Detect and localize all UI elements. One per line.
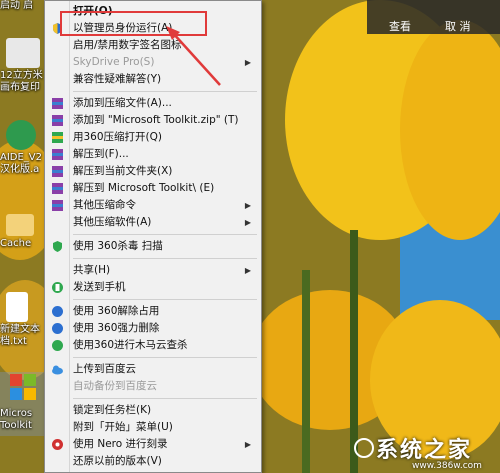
shield360-icon [52,340,63,351]
archive-icon [52,166,63,177]
menu-item-pin-taskbar[interactable]: 锁定到任务栏(K) [47,402,259,419]
apk-icon [6,120,36,150]
archive-icon [52,98,63,109]
windows-logo-icon [10,374,36,400]
chevron-right-icon: ▶ [244,266,251,275]
document-icon [6,38,40,68]
menu-separator [73,357,257,358]
menu-item-open-360zip[interactable]: 用360压缩打开(Q) [47,129,259,146]
menu-item-other-software[interactable]: 其他压缩软件(A) ▶ [47,214,259,231]
desktop-icon-5[interactable]: 新建文本 档.txt [0,292,46,348]
annotation-arrow [166,26,221,86]
desktop-icon-label: Cache [0,238,32,249]
desktop-icon-label: Micros Toolkit [0,408,33,431]
menu-item-360-trojan[interactable]: 使用360进行木马云查杀 [47,337,259,354]
menu-item-360-unlock[interactable]: 使用 360解除占用 [47,303,259,320]
archive-icon [52,115,63,126]
menu-item-add-zip[interactable]: 添加到 "Microsoft Toolkit.zip" (T) [47,112,259,129]
shield360-icon [52,323,63,334]
menu-item-pin-start[interactable]: 附到「开始」菜单(U) [47,419,259,436]
chevron-right-icon: ▶ [244,58,251,67]
desktop-icon-1[interactable]: 启动 启 [0,0,46,12]
nero-icon [52,439,63,450]
chevron-right-icon: ▶ [244,218,251,227]
antivirus-icon [53,241,62,252]
menu-item-extract-to[interactable]: 解压到(F)... [47,146,259,163]
site-watermark: 系统之家 www.386w.com [354,432,494,471]
menu-separator [73,258,257,259]
menu-item-send-phone[interactable]: 发送到手机 [47,279,259,296]
desktop-icon-label: 12立方米 画布复印 [0,70,43,93]
desktop-icon-label: 启动 启 [0,0,34,11]
cloud-icon [52,365,63,375]
archive-icon [52,132,63,143]
watermark-logo-icon [354,438,374,458]
menu-item-nero-burn[interactable]: 使用 Nero 进行刻录 ▶ [47,436,259,453]
menu-item-360-delete[interactable]: 使用 360强力删除 [47,320,259,337]
desktop-icon-label: 新建文本 档.txt [0,324,40,347]
desktop-icon-2[interactable]: 12立方米 画布复印 [0,38,46,94]
menu-item-other-compress[interactable]: 其他压缩命令 ▶ [47,197,259,214]
desktop-icon-4[interactable]: Cache [0,214,46,250]
shield360-icon [52,306,63,317]
archive-icon [52,149,63,160]
menu-separator [73,299,257,300]
menu-item-360-scan[interactable]: 使用 360杀毒 扫描 [47,238,259,255]
menu-separator [73,234,257,235]
desktop-icon-3[interactable]: AIDE_V2 汉化版.a [0,120,46,176]
chevron-right-icon: ▶ [244,440,251,449]
chevron-right-icon: ▶ [244,201,251,210]
cancel-button[interactable]: 取 消 [445,18,471,34]
text-file-icon [6,292,28,322]
menu-separator [73,398,257,399]
archive-icon [52,200,63,211]
desktop-icon-label: AIDE_V2 汉化版.a [0,152,43,175]
menu-item-baidu-upload[interactable]: 上传到百度云 [47,361,259,378]
view-button[interactable]: 查看 [389,18,411,34]
watermark-title: 系统之家 [376,438,473,463]
phone-icon [52,282,63,293]
desktop-icon-6[interactable]: Micros Toolkit [0,372,46,436]
top-toolbar: 查看 取 消 [367,0,500,34]
watermark-url: www.386w.com [412,461,482,471]
archive-icon [52,183,63,194]
menu-item-restore-versions[interactable]: 还原以前的版本(V) [47,453,259,470]
menu-item-baidu-backup[interactable]: 自动备份到百度云 [47,378,259,395]
menu-item-share[interactable]: 共享(H) ▶ [47,262,259,279]
menu-item-extract-here[interactable]: 解压到当前文件夹(X) [47,163,259,180]
menu-item-extract-folder[interactable]: 解压到 Microsoft Toolkit\ (E) [47,180,259,197]
folder-icon [6,214,34,236]
